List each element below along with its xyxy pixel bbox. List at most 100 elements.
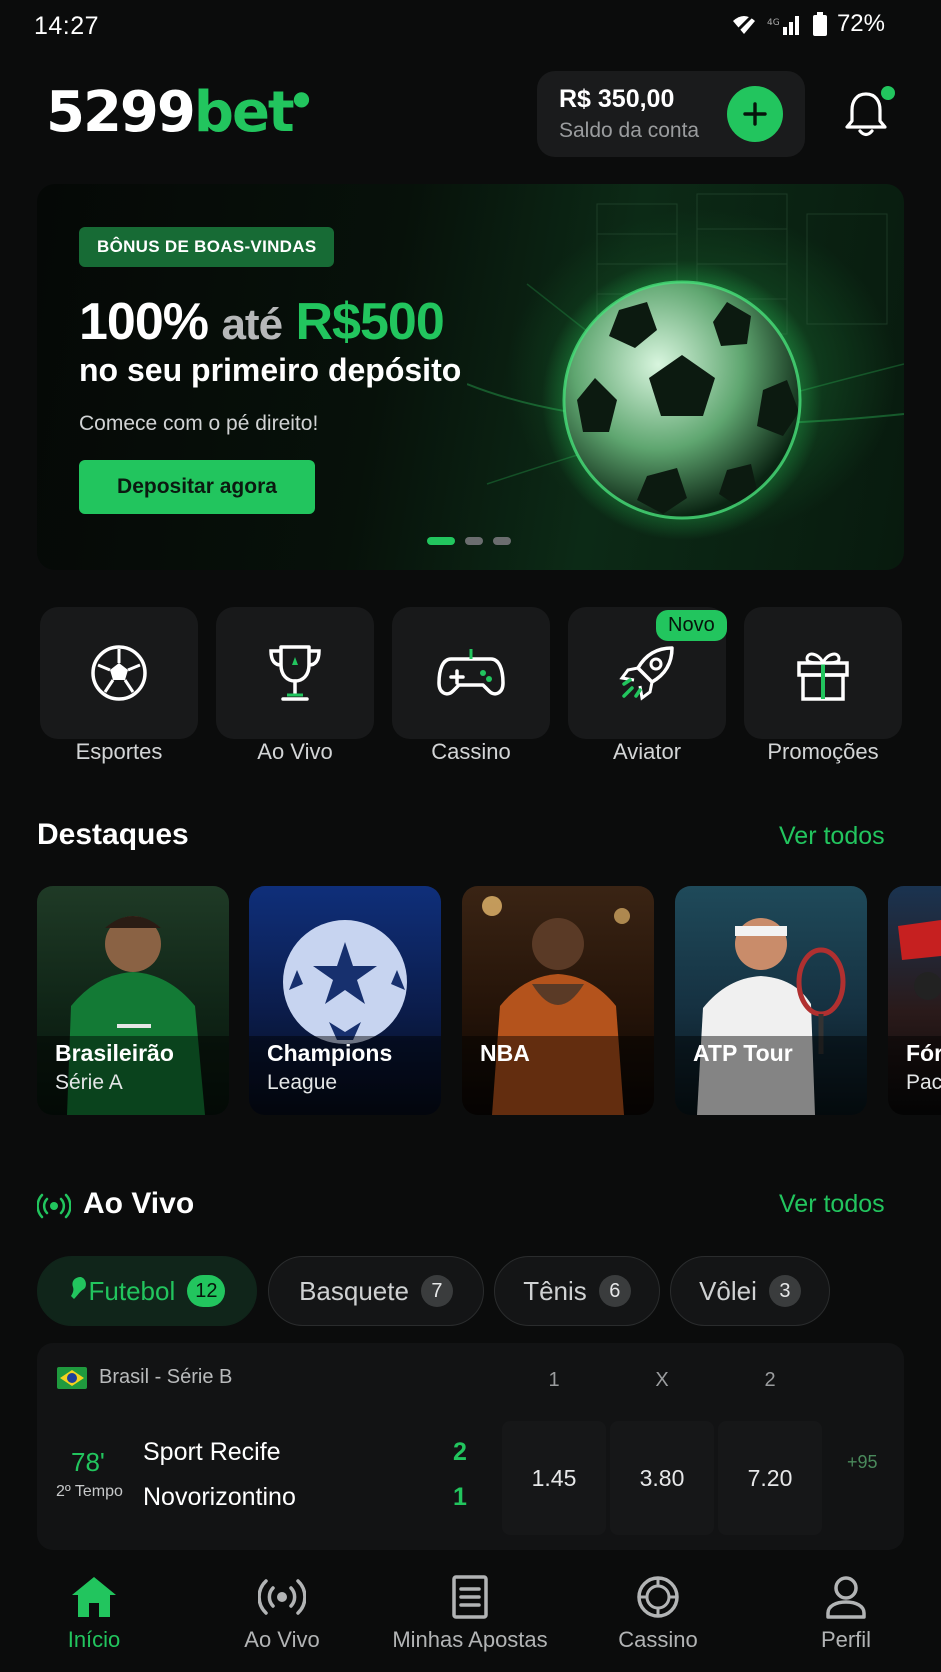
- highlight-title: Champions: [267, 1040, 393, 1066]
- rocket-icon: [619, 646, 674, 701]
- nav-perfil[interactable]: Perfil: [752, 1575, 940, 1653]
- highlights-title: Destaques: [37, 818, 189, 851]
- balance-card[interactable]: R$ 350,00 Saldo da conta: [537, 71, 805, 157]
- more-markets-link[interactable]: +95: [847, 1453, 878, 1471]
- profile-icon: [826, 1576, 866, 1619]
- status-time: 14:27: [34, 12, 100, 40]
- category-cassino[interactable]: [392, 607, 550, 739]
- add-funds-button[interactable]: [727, 86, 783, 142]
- category-label: Ao Vivo: [257, 739, 333, 764]
- gamepad-icon: [437, 649, 505, 696]
- match-period: 2º Tempo: [56, 1483, 123, 1500]
- category-label: Esportes: [75, 739, 163, 764]
- soccer-ball-icon: [91, 645, 147, 701]
- tab-volei[interactable]: Vôlei 3: [670, 1256, 830, 1326]
- balance-label: Saldo da conta: [559, 119, 700, 142]
- notification-dot: [881, 86, 895, 100]
- odd-button-away[interactable]: 7.20: [718, 1421, 822, 1535]
- live-broadcast-icon: [37, 1193, 71, 1219]
- category-promocoes[interactable]: [744, 607, 902, 739]
- home-icon: [72, 1577, 116, 1617]
- banner-subtitle: no seu primeiro depósito: [79, 352, 462, 388]
- nav-label: Minhas Apostas: [392, 1627, 548, 1652]
- battery-icon: [812, 12, 827, 36]
- carousel-dot[interactable]: [493, 537, 511, 545]
- tab-count: 7: [420, 1275, 453, 1307]
- category-label: Aviator: [612, 739, 682, 764]
- league-header: Brasil - Série B: [57, 1366, 232, 1389]
- nav-ao-vivo[interactable]: Ao Vivo: [188, 1575, 376, 1653]
- tab-label: Basquete: [299, 1275, 409, 1306]
- soccer-icon: [69, 1275, 87, 1308]
- tab-tenis[interactable]: Tênis 6: [494, 1256, 660, 1326]
- tab-label: Tênis: [523, 1275, 587, 1306]
- bonus-tag: BÔNUS DE BOAS-VINDAS: [79, 227, 335, 267]
- highlight-title: NBA: [480, 1040, 530, 1066]
- highlight-title: Fór: [906, 1040, 941, 1066]
- odd-button-home[interactable]: 1.45: [502, 1421, 606, 1535]
- odd-button-draw[interactable]: 3.80: [610, 1421, 714, 1535]
- highlight-title: Brasileirão: [55, 1040, 174, 1066]
- highlight-card[interactable]: Fór Pac: [888, 886, 941, 1115]
- status-icons: 4G 72%: [731, 10, 885, 38]
- banner-description: Comece com o pé direito!: [79, 412, 319, 435]
- live-match-card[interactable]: Brasil - Série B 1 X 2 78' 2º Tempo Spor…: [37, 1343, 904, 1550]
- highlight-subtitle: Pac: [906, 1071, 941, 1094]
- basketball-player-image: [462, 896, 654, 1115]
- wifi-off-icon: [732, 13, 755, 35]
- more-markets-count: +95: [847, 1452, 878, 1472]
- category-label: Promoções: [767, 739, 879, 764]
- new-badge: Novo: [656, 610, 727, 641]
- svg-text:4G: 4G: [767, 18, 780, 28]
- category-ao-vivo[interactable]: [216, 607, 374, 739]
- highlight-card[interactable]: NBA: [462, 886, 654, 1115]
- nav-inicio[interactable]: Início: [0, 1575, 188, 1653]
- highlights-see-all-link[interactable]: Ver todos: [779, 822, 885, 851]
- promo-banner[interactable]: BÔNUS DE BOAS-VINDAS 100% até R$500 no s…: [37, 184, 904, 570]
- tab-count: 12: [187, 1275, 226, 1307]
- away-team: Novorizontino: [143, 1483, 296, 1511]
- home-score: 2: [453, 1438, 467, 1466]
- match-minute: 78': [71, 1447, 105, 1477]
- tennis-player-image: [675, 918, 867, 1115]
- soccer-ball-image: [542, 260, 822, 540]
- tab-label: Vôlei: [699, 1275, 757, 1306]
- tab-basquete[interactable]: Basquete 7: [268, 1256, 484, 1326]
- nav-minhas-apostas[interactable]: Minhas Apostas: [376, 1575, 564, 1653]
- signal-icon: 4G: [767, 16, 799, 35]
- brand-logo[interactable]: 5299bet●: [46, 80, 310, 145]
- league-name: Brasil - Série B: [99, 1366, 233, 1388]
- odd-header-draw: X: [655, 1369, 669, 1391]
- carousel-dot[interactable]: [465, 537, 483, 545]
- highlight-subtitle: League: [267, 1071, 338, 1094]
- gift-icon: [797, 652, 849, 701]
- battery-level: 72%: [836, 10, 885, 37]
- home-team: Sport Recife: [143, 1438, 281, 1466]
- carousel-indicators[interactable]: [427, 537, 511, 545]
- deposit-now-button[interactable]: Depositar agora: [79, 460, 315, 514]
- logo-main: 5299: [46, 80, 196, 145]
- category-esportes[interactable]: [40, 607, 198, 739]
- nav-cassino[interactable]: Cassino: [564, 1575, 752, 1653]
- tab-count: 6: [598, 1275, 631, 1307]
- tab-futebol[interactable]: Futebol 12: [37, 1256, 257, 1326]
- casino-chip-icon: [637, 1576, 679, 1618]
- banner-title: 100% até R$500: [79, 293, 445, 351]
- highlight-title: ATP Tour: [693, 1040, 793, 1066]
- tab-label: Futebol: [88, 1275, 176, 1306]
- odd-header-away: 2: [764, 1369, 776, 1391]
- live-see-all-link[interactable]: Ver todos: [779, 1190, 885, 1219]
- carousel-dot[interactable]: [427, 537, 455, 545]
- highlight-card[interactable]: Brasileirão Série A: [37, 886, 229, 1115]
- highlight-subtitle: Série A: [55, 1071, 123, 1094]
- away-score: 1: [453, 1483, 467, 1511]
- bets-icon: [452, 1575, 488, 1619]
- brazil-flag-icon: [57, 1366, 87, 1389]
- nav-label: Ao Vivo: [244, 1627, 320, 1652]
- logo-accent: bet: [193, 80, 295, 145]
- nav-label: Cassino: [618, 1627, 698, 1652]
- live-title: Ao Vivo: [83, 1187, 195, 1220]
- trophy-icon: [269, 645, 321, 701]
- highlight-card[interactable]: ATP Tour: [675, 886, 867, 1115]
- highlight-card[interactable]: Champions League: [249, 886, 441, 1115]
